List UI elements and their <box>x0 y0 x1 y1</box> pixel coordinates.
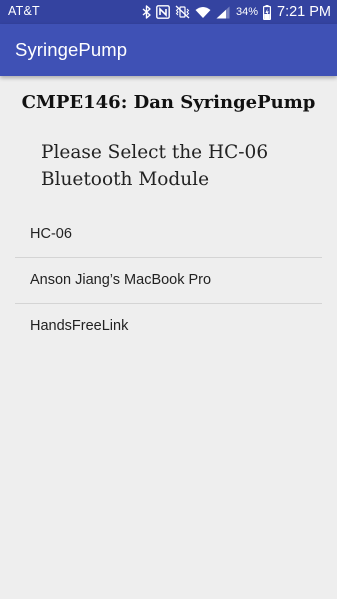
battery-percent: 34% <box>235 6 258 18</box>
vibrate-mute-icon <box>175 5 190 19</box>
cell-signal-icon <box>216 6 230 19</box>
wifi-icon <box>195 6 211 19</box>
device-item-handsfreelink[interactable]: HandsFreeLink <box>15 304 322 349</box>
app-bar: SyringePump <box>0 24 337 76</box>
app-title: SyringePump <box>15 39 128 60</box>
bluetooth-icon <box>142 5 151 19</box>
device-item-hc-06[interactable]: HC-06 <box>15 212 322 258</box>
device-list: HC-06 Anson Jiang’s MacBook Pro HandsFre… <box>15 212 322 349</box>
device-item-macbook-pro[interactable]: Anson Jiang’s MacBook Pro <box>15 258 322 304</box>
status-time: 7:21 PM <box>277 4 331 20</box>
carrier-label: AT&T <box>8 4 40 18</box>
nfc-icon <box>156 5 170 19</box>
status-icons: 34% 7:21 PM <box>137 2 331 22</box>
select-device-prompt: Please Select the HC-06 Bluetooth Module <box>41 142 269 190</box>
page-heading: CMPE146: Dan SyringePump <box>21 92 316 113</box>
status-bar: AT&T 34% 7:21 PM <box>0 0 337 24</box>
battery-charging-icon <box>263 4 271 20</box>
